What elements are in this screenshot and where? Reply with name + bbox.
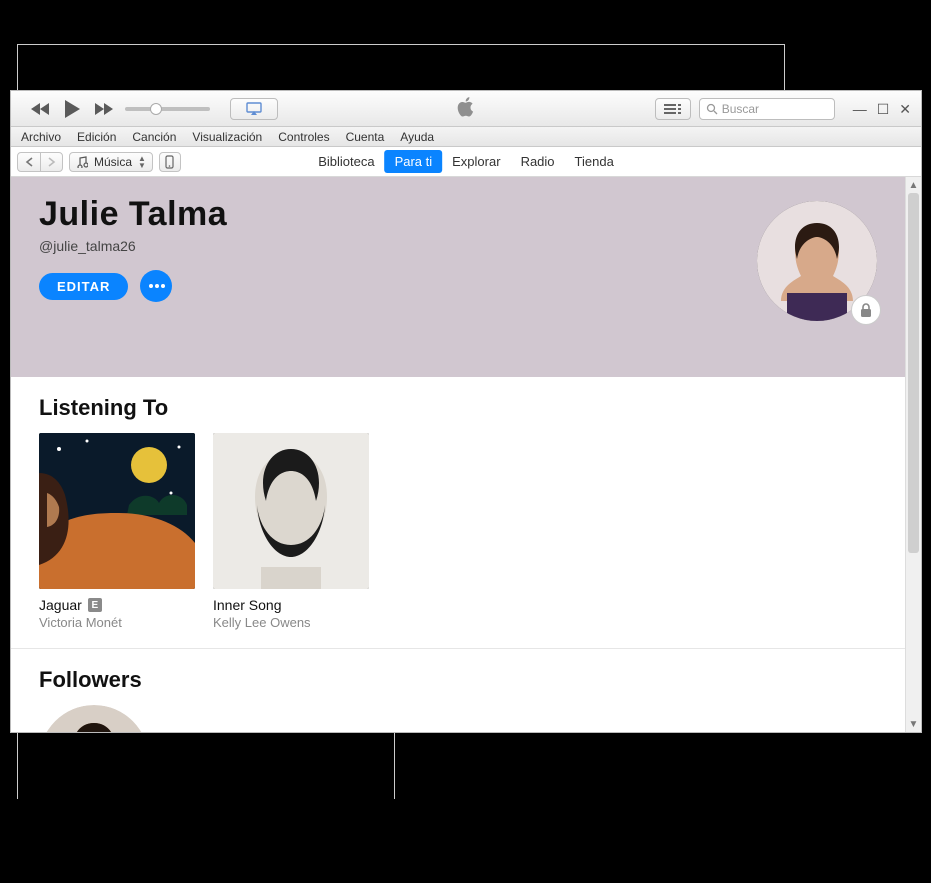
follower-avatar[interactable] [39, 705, 149, 732]
profile-handle: @julie_talma26 [39, 238, 877, 254]
menu-file[interactable]: Archivo [13, 130, 69, 144]
maximize-button[interactable]: ☐ [877, 102, 890, 116]
window-buttons: — ☐ ✕ [853, 102, 911, 116]
explicit-badge: E [88, 598, 102, 612]
titlebar-right-controls: Buscar — ☐ ✕ [655, 98, 917, 120]
play-button[interactable] [63, 99, 81, 119]
previous-track-button[interactable] [31, 102, 51, 116]
more-options-button[interactable] [140, 270, 172, 302]
toolbar: Música ▲▼ Biblioteca Para ti Explorar Ra… [11, 147, 921, 177]
next-track-button[interactable] [93, 102, 113, 116]
album-title: Jaguar [39, 597, 82, 613]
menu-view[interactable]: Visualización [184, 130, 270, 144]
library-selector-label: Música [94, 155, 132, 169]
scroll-up-icon[interactable]: ▲ [909, 177, 919, 193]
library-selector[interactable]: Música ▲▼ [69, 152, 153, 172]
tab-browse[interactable]: Explorar [442, 150, 510, 173]
up-next-button[interactable] [655, 98, 691, 120]
lock-icon [859, 302, 873, 318]
menu-help[interactable]: Ayuda [392, 130, 442, 144]
album-artist: Victoria Monét [39, 615, 195, 630]
tab-bar: Biblioteca Para ti Explorar Radio Tienda [308, 150, 624, 173]
scrollbar-thumb[interactable] [908, 193, 919, 553]
album-title: Inner Song [213, 597, 282, 613]
close-button[interactable]: ✕ [899, 102, 911, 116]
album-artist: Kelly Lee Owens [213, 615, 369, 630]
nav-back-forward [17, 152, 63, 172]
scroll-down-icon[interactable]: ▼ [909, 716, 919, 732]
minimize-button[interactable]: — [853, 102, 867, 116]
menu-song[interactable]: Canción [124, 130, 184, 144]
tab-radio[interactable]: Radio [511, 150, 565, 173]
listening-to-heading: Listening To [39, 395, 877, 421]
player-controls [11, 98, 278, 120]
profile-header: Julie Talma @julie_talma26 EDITAR [11, 177, 905, 377]
album-cover [213, 433, 369, 589]
vertical-scrollbar[interactable]: ▲ ▼ [905, 177, 921, 732]
search-input[interactable]: Buscar [699, 98, 835, 120]
device-icon [165, 155, 174, 169]
content-area: ▲ ▼ Julie Talma @julie_talma26 EDITAR [11, 177, 921, 732]
tab-library[interactable]: Biblioteca [308, 150, 384, 173]
privacy-lock-badge[interactable] [851, 295, 881, 325]
listening-to-section: Listening To [11, 377, 905, 649]
album-card[interactable]: Jaguar E Victoria Monét [39, 433, 195, 630]
tab-for-you[interactable]: Para ti [385, 150, 443, 173]
itunes-window: Buscar — ☐ ✕ Archivo Edición Canción Vis… [10, 90, 922, 733]
album-card[interactable]: Inner Song Kelly Lee Owens [213, 433, 369, 630]
scrollbar-track[interactable] [906, 193, 921, 716]
avatar-container [757, 201, 877, 321]
followers-section: Followers [11, 649, 905, 732]
airplay-button[interactable] [230, 98, 278, 120]
tab-store[interactable]: Tienda [565, 150, 624, 173]
nav-forward-button[interactable] [40, 153, 62, 171]
edit-profile-button[interactable]: EDITAR [39, 273, 128, 300]
menu-bar: Archivo Edición Canción Visualización Co… [11, 127, 921, 147]
device-button[interactable] [159, 152, 181, 172]
search-icon [706, 103, 718, 115]
profile-name: Julie Talma [39, 195, 877, 234]
volume-slider[interactable] [125, 107, 210, 111]
volume-thumb[interactable] [150, 103, 162, 115]
title-bar: Buscar — ☐ ✕ [11, 91, 921, 127]
music-note-icon [76, 156, 88, 168]
menu-edit[interactable]: Edición [69, 130, 124, 144]
album-cover [39, 433, 195, 589]
followers-heading: Followers [39, 667, 877, 693]
nav-back-button[interactable] [18, 153, 40, 171]
apple-logo-icon [456, 95, 476, 122]
ellipsis-icon [148, 283, 166, 289]
menu-account[interactable]: Cuenta [338, 130, 393, 144]
chevron-updown-icon: ▲▼ [138, 155, 146, 169]
callout-line [17, 44, 784, 45]
search-placeholder: Buscar [722, 102, 759, 116]
menu-controls[interactable]: Controles [270, 130, 337, 144]
